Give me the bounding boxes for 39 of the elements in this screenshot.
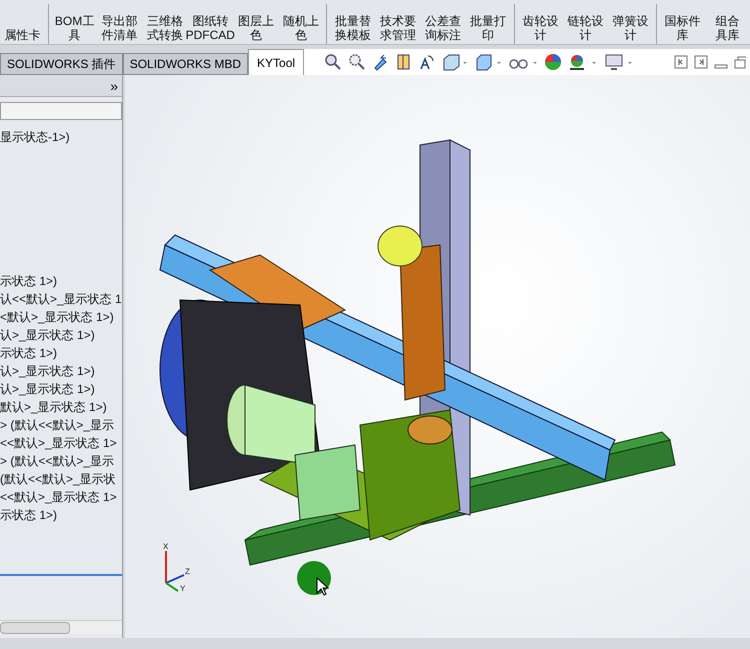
ribbon-button[interactable]: 图纸转 PDFCAD: [187, 14, 234, 44]
ribbon-button[interactable]: 图层上 色: [233, 14, 278, 44]
tree-item[interactable]: 显示状态-1>): [0, 130, 70, 144]
tree-item[interactable]: > (默认<<默认>_显示: [0, 454, 114, 468]
ribbon-button[interactable]: 技术要 求管理: [376, 14, 421, 44]
tree-item[interactable]: 认>_显示状态 1>): [0, 364, 95, 378]
ribbon-tab[interactable]: KYTool: [248, 49, 304, 75]
ribbon-button[interactable]: 公差查 询标注: [420, 14, 466, 44]
ribbon-button[interactable]: 国标件 库: [660, 14, 706, 44]
tree-item[interactable]: 认>_显示状态 1>): [0, 382, 95, 396]
tree-item[interactable]: 认>_显示状态 1>): [0, 328, 95, 342]
ribbon-button[interactable]: 链轮设 计: [562, 14, 608, 44]
tree-item[interactable]: 示状态 1>): [0, 508, 58, 522]
tree-item[interactable]: 认<<默认>_显示状态 1: [0, 292, 122, 306]
ribbon-button[interactable]: 组合 具库: [705, 14, 750, 44]
ribbon-button[interactable]: 批量替 换模板: [330, 14, 376, 44]
ribbon-button[interactable]: 批量打 印: [466, 14, 511, 44]
ribbon-button[interactable]: BOM工 具: [52, 14, 98, 44]
tree-item[interactable]: (默认<<默认>_显示状: [0, 472, 116, 486]
tree-item[interactable]: <<默认>_显示状态 1>: [0, 490, 117, 504]
ribbon-button[interactable]: 三维格 式转换: [142, 14, 188, 44]
tree-item[interactable]: > (默认<<默认>_显示: [0, 418, 114, 432]
tree-item[interactable]: 默认>_显示状态 1>): [0, 400, 107, 414]
ribbon-button[interactable]: 属性卡: [0, 28, 46, 44]
ribbon-button[interactable]: 齿轮设 计: [518, 14, 563, 44]
axis-label: Y: [180, 585, 186, 593]
tree-item[interactable]: 示状态 1>): [0, 346, 58, 360]
tree-item[interactable]: <默认>_显示状态 1>): [0, 310, 114, 324]
expand-glyph[interactable]: »: [110, 78, 118, 92]
axis-label: Z: [185, 568, 190, 576]
ribbon-tab[interactable]: SOLIDWORKS 插件: [0, 53, 123, 75]
axis-label: X: [163, 543, 168, 551]
tree-item[interactable]: 示状态 1>): [0, 274, 58, 288]
graphics-viewport[interactable]: X Z Y: [125, 75, 750, 638]
ribbon-tab[interactable]: SOLIDWORKS MBD: [122, 53, 248, 75]
ribbon-button[interactable]: 随机上 色: [278, 14, 324, 44]
ribbon-button[interactable]: 弹簧设 计: [608, 14, 653, 44]
ribbon-button[interactable]: 导出部 件清单: [97, 14, 142, 44]
tree-item[interactable]: <<默认>_显示状态 1>: [0, 436, 117, 450]
